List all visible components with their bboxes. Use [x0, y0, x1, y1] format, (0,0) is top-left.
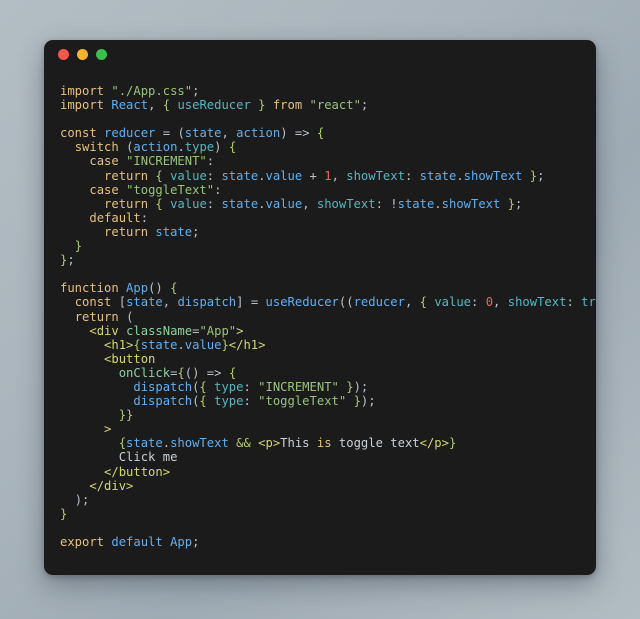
- code-editor-window: import "./App.css"; import React, { useR…: [44, 40, 596, 575]
- close-button[interactable]: [58, 48, 69, 60]
- maximize-button[interactable]: [96, 48, 107, 60]
- desktop-background: import "./App.css"; import React, { useR…: [0, 0, 640, 619]
- source-code-block[interactable]: import "./App.css"; import React, { useR…: [60, 84, 596, 549]
- code-content-area[interactable]: import "./App.css"; import React, { useR…: [44, 68, 596, 549]
- window-title-bar[interactable]: [44, 40, 596, 68]
- minimize-button[interactable]: [77, 48, 88, 60]
